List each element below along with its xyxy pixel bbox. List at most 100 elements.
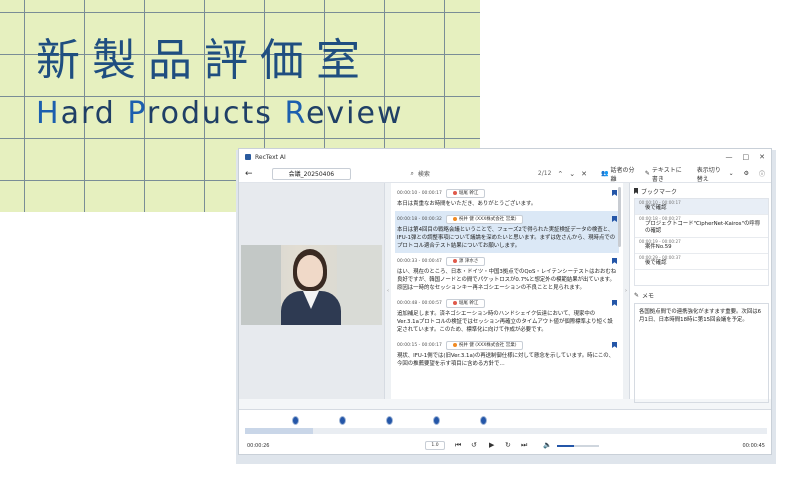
search-area: ⌕ 検索 [411,168,518,180]
bookmark-icon[interactable] [612,258,617,264]
segment-text[interactable]: 本日は貴重なお時間をいただき、ありがとうございます。 [397,200,617,208]
timeline-marker[interactable] [291,416,299,425]
bookmark-icon[interactable] [612,342,617,348]
app-window: RecText AI — □ ✕ ← 会議_20250406 ⌕ 検索 2/12… [238,148,772,455]
users-icon: 👥 [601,170,609,177]
bookmark-item[interactable]: 00:00:19 - 00:00:27 案件No.59 [635,238,768,254]
banner-title: 新製品評価室 [36,35,372,86]
timeline-marker[interactable] [338,416,346,425]
edit-icon: ✎ [644,170,650,177]
search-nav: ⌃ ⌄ ✕ [557,170,587,178]
segment-time: 00:00:15 - 00:00:17 [397,342,442,348]
bookmark-icon[interactable] [612,300,617,306]
clear-search-button[interactable]: ✕ [581,170,587,178]
video-frame[interactable] [241,245,382,325]
transcript-scrollbar[interactable] [618,187,621,247]
sidebar: ブックマーク 00:00:10 - 00:00:17 後で確認 00:00:18 -… [629,183,771,403]
play-icon[interactable]: ▶ [489,441,494,449]
transcript-segment[interactable]: 00:00:10 - 00:00:17 堀尾 幹江 本日は貴重なお時間をいただき、あ… [395,185,619,211]
transcript-segment[interactable]: 00:00:48 - 00:00:57 堀尾 幹江追加補足します。済ネゴシエーショ… [395,295,619,337]
timeline-marker[interactable] [479,416,487,425]
segment-time: 00:00:48 - 00:00:57 [397,300,442,306]
segment-header: 00:00:15 - 00:00:17 祝井 健 (XXX株式会社 営業) [397,340,617,350]
window-controls: — □ ✕ [726,153,766,161]
maximize-button[interactable]: □ [743,153,750,161]
segment-text[interactable]: はい、現在のところ、日本・ドイツ・中国3拠点でのQoS・レイテンシーテストはおお… [397,268,617,292]
bookmark-list: 00:00:10 - 00:00:17 後で確認 00:00:18 - 00:00:… [634,198,769,286]
search-input[interactable]: 検索 [418,168,518,180]
bookmark-icon[interactable] [612,190,617,196]
bookmark-header-label: ブックマーク [641,188,678,196]
video-background [241,245,281,325]
minimize-button[interactable]: — [726,153,733,161]
gear-icon[interactable]: ⚙ [744,170,749,177]
bookmark-item[interactable]: 00:00:18 - 00:00:27 プロジェクトコード"CipherNet-K… [635,215,768,238]
speaker-name: 堀尾 幹江 [458,191,479,196]
page: 新製品評価室 Hard Products Review RecText AI —… [0,0,800,484]
app-logo-icon [245,154,251,160]
rewind-icon[interactable]: ↺ [471,441,477,449]
memo-header-label: メモ [642,292,655,300]
seek-progress [245,428,313,434]
display-toggle-button[interactable]: 表示切り替え ⌄ [697,165,734,183]
person-icon [452,343,457,347]
speed-select[interactable]: 1.0 [425,441,445,450]
toolbar: ← 会議_20250406 ⌕ 検索 2/12 ⌃ ⌄ ✕ 👥 話者の分離 ✎ テキ… [239,165,771,183]
seek-track[interactable] [245,428,767,434]
segment-time: 00:00:33 - 00:00:47 [397,258,442,264]
bookmark-markers [239,416,771,426]
forward-icon[interactable]: ↻ [505,441,511,449]
app-name: RecText AI [255,153,286,161]
speaker-select[interactable]: 堀尾 幹江 [445,298,486,308]
help-icon[interactable]: ⓘ [759,169,765,178]
text-rewrite-button[interactable]: ✎ テキストに書き [645,165,687,183]
player-bar: 00:00:26 1.0 ⏮ ↺ ▶ ↻ ⏭ 🔈 00:00:45 [239,409,771,454]
close-window-button[interactable]: ✕ [759,153,765,161]
bookmark-title: 後で確認 [645,205,667,211]
person-icon [452,259,457,263]
segment-header: 00:00:48 - 00:00:57 堀尾 幹江 [397,298,617,308]
current-time: 00:00:26 [247,443,270,449]
person-icon [452,191,457,195]
skip-back-icon[interactable]: ⏮ [455,441,461,450]
timeline-marker[interactable] [385,416,393,425]
bookmark-title: プロジェクトコード"CipherNet-Kairos"の呼称の確認 [645,221,761,234]
bookmark-icon [634,188,638,194]
speaker-select[interactable]: 源 津水さ [445,256,486,266]
transcript-segment[interactable]: 00:00:33 - 00:00:47 源 津水さはい、現在のところ、日本・ドイツ… [395,253,619,295]
speaker-select[interactable]: 祝井 健 (XXX株式会社 営業) [445,340,524,350]
segment-header: 00:00:18 - 00:00:32 祝井 健 (XXX株式会社 営業) [397,214,617,224]
skip-forward-icon[interactable]: ⏭ [521,441,527,450]
volume-level [557,445,574,447]
speaker-select[interactable]: 祝井 健 (XXX株式会社 営業) [445,214,524,224]
person-icon [452,301,457,305]
segment-time: 00:00:18 - 00:00:32 [397,216,442,222]
segment-text[interactable]: 現状、IFU-1側では(旧Ver.3.1a)の再送制御仕様に対して懸念を示してい… [397,352,617,368]
bookmark-item[interactable]: 00:00:29 - 00:00:37 後で確認 [635,254,768,270]
bookmark-header: ブックマーク [634,186,769,196]
speaker-split-button[interactable]: 👥 話者の分離 [601,165,635,183]
memo-header: ✎ メモ [634,290,769,300]
bookmark-icon[interactable] [612,216,617,222]
memo-textarea[interactable]: 各国拠点間での連携強化がますます重要。次回は6月1日、日本時間18時に第15回会… [634,303,769,403]
volume-icon[interactable]: 🔈 [543,441,552,449]
speaker-name: 祝井 健 (XXX株式会社 営業) [458,343,517,348]
segment-text[interactable]: 本日は第4回目の戦略会議ということで、フェーズ2で得られた実証検証データの検査と… [397,226,617,250]
bookmark-title: 案件No.59 [645,244,672,250]
search-icon: ⌕ [410,169,414,177]
prev-match-button[interactable]: ⌃ [557,170,563,178]
transcript-segment[interactable]: 00:00:15 - 00:00:17 祝井 健 (XXX株式会社 営業) 現状、I… [395,337,619,371]
speaker-select[interactable]: 堀尾 幹江 [445,188,486,198]
meeting-name-field[interactable]: 会議_20250406 [271,167,351,180]
bookmark-item[interactable]: 00:00:10 - 00:00:17 後で確認 [635,199,768,215]
person-icon [452,217,457,221]
speaker-name: 祝井 健 (XXX株式会社 営業) [458,217,517,222]
back-button[interactable]: ← [245,169,258,179]
transcript-segment[interactable]: 00:00:18 - 00:00:32 祝井 健 (XXX株式会社 営業) 本日は第… [395,211,619,253]
player-controls: 00:00:26 1.0 ⏮ ↺ ▶ ↻ ⏭ 🔈 00:00:45 [239,438,771,454]
timeline-marker[interactable] [432,416,440,425]
next-match-button[interactable]: ⌄ [569,170,575,178]
segment-text[interactable]: 追加補足します。済ネゴシエーション時のハンドシェイク伝達において、現家中のVer… [397,310,617,334]
segment-header: 00:00:10 - 00:00:17 堀尾 幹江 [397,188,617,198]
speaker-name: 源 津水さ [458,259,479,264]
